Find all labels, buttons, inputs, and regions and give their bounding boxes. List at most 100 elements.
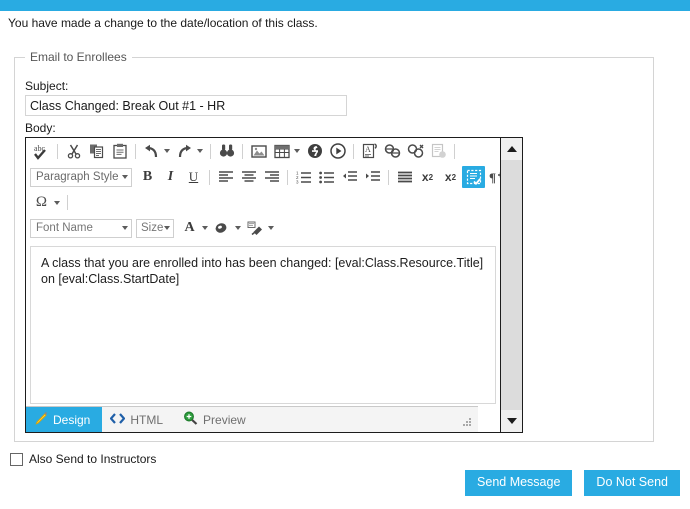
font-name-label: Font Name xyxy=(36,222,93,234)
action-button-row: Send Message Do Not Send xyxy=(465,470,680,496)
scrollbar-track[interactable] xyxy=(501,160,522,410)
also-send-to-instructors-label: Also Send to Instructors xyxy=(29,452,156,466)
tab-preview-label: Preview xyxy=(203,413,246,427)
redo-icon[interactable] xyxy=(173,140,196,162)
format-painter-dropdown-caret[interactable] xyxy=(268,226,274,230)
link-icon[interactable] xyxy=(381,140,404,162)
also-send-to-instructors-checkbox[interactable] xyxy=(10,453,23,466)
paragraph-style-label: Paragraph Style xyxy=(36,171,118,183)
toolbar-separator xyxy=(454,144,455,159)
paragraph-style-select[interactable]: Paragraph Style xyxy=(30,168,132,187)
show-blocks-icon[interactable] xyxy=(462,166,485,188)
paste-icon[interactable] xyxy=(108,140,131,162)
toolbar-separator xyxy=(210,144,211,159)
table-icon[interactable] xyxy=(270,140,293,162)
chevron-down-icon xyxy=(122,175,128,179)
find-icon[interactable] xyxy=(215,140,238,162)
unlink-icon[interactable] xyxy=(404,140,427,162)
tab-design[interactable]: Design xyxy=(26,407,102,432)
document-icon[interactable]: A xyxy=(358,140,381,162)
flash-icon[interactable] xyxy=(303,140,326,162)
tab-design-label: Design xyxy=(53,413,90,427)
editor-toolbar: abc xyxy=(26,138,500,241)
rich-text-editor[interactable]: abc xyxy=(25,137,523,433)
fieldset-legend: Email to Enrollees xyxy=(25,50,132,64)
chevron-up-icon xyxy=(507,146,517,152)
font-name-select[interactable]: Font Name xyxy=(30,219,132,238)
toolbar-row-3: Ω xyxy=(26,190,500,215)
editor-mode-tabs: Design HTML xyxy=(26,406,478,432)
pencil-icon xyxy=(34,411,48,428)
toolbar-row-2: Paragraph Style B I U xyxy=(26,164,500,190)
format-painter-icon[interactable] xyxy=(244,217,267,239)
tab-html-label: HTML xyxy=(130,413,163,427)
toolbar-separator xyxy=(135,144,136,159)
toolbar-row-1: abc xyxy=(26,138,500,164)
editor-resize-grip[interactable] xyxy=(463,418,472,427)
redo-dropdown-caret[interactable] xyxy=(197,149,203,153)
table-dropdown-caret[interactable] xyxy=(294,149,300,153)
toolbar-separator xyxy=(242,144,243,159)
cut-icon[interactable] xyxy=(62,140,85,162)
copy-icon[interactable] xyxy=(85,140,108,162)
subject-input[interactable] xyxy=(25,95,347,116)
numbered-list-icon[interactable]: 1 2 3 xyxy=(292,166,315,188)
editor-content-area[interactable]: A class that you are enrolled into has b… xyxy=(30,246,496,404)
editor-scrollbar[interactable] xyxy=(500,138,522,432)
properties-icon[interactable] xyxy=(427,140,450,162)
undo-dropdown-caret[interactable] xyxy=(164,149,170,153)
svg-text:A: A xyxy=(365,145,371,154)
justify-icon[interactable] xyxy=(393,166,416,188)
highlight-color-icon[interactable] xyxy=(211,217,234,239)
svg-text:3: 3 xyxy=(296,180,299,185)
top-accent-bar xyxy=(0,0,690,11)
font-color-icon[interactable]: A xyxy=(178,217,201,239)
outdent-icon[interactable] xyxy=(338,166,361,188)
scroll-down-button[interactable] xyxy=(501,410,522,432)
underline-icon[interactable]: U xyxy=(182,166,205,188)
italic-icon[interactable]: I xyxy=(159,166,182,188)
align-center-icon[interactable] xyxy=(237,166,260,188)
scroll-up-button[interactable] xyxy=(501,138,522,160)
do-not-send-button[interactable]: Do Not Send xyxy=(584,470,680,496)
code-icon xyxy=(110,412,125,428)
font-color-dropdown-caret[interactable] xyxy=(202,226,208,230)
indent-icon[interactable] xyxy=(361,166,384,188)
subscript-icon[interactable]: x2 xyxy=(439,166,462,188)
font-size-select[interactable]: Size xyxy=(136,219,174,238)
body-label: Body: xyxy=(25,121,56,135)
bold-icon[interactable]: B xyxy=(136,166,159,188)
undo-icon[interactable] xyxy=(140,140,163,162)
toolbar-separator xyxy=(388,170,389,185)
magnifier-plus-icon xyxy=(183,411,198,428)
svg-text:¶: ¶ xyxy=(489,170,496,184)
spell-check-icon[interactable]: abc xyxy=(30,140,53,162)
bullet-list-icon[interactable] xyxy=(315,166,338,188)
tab-html[interactable]: HTML xyxy=(102,407,175,432)
image-icon[interactable] xyxy=(247,140,270,162)
chevron-down-icon xyxy=(122,226,128,230)
chevron-down-icon xyxy=(507,418,517,424)
superscript-icon[interactable]: x2 xyxy=(416,166,439,188)
align-left-icon[interactable] xyxy=(214,166,237,188)
email-to-enrollees-fieldset: Email to Enrollees Subject: Body: abc xyxy=(14,57,654,442)
subject-label: Subject: xyxy=(25,79,68,93)
editor-body-text: A class that you are enrolled into has b… xyxy=(41,256,483,286)
tab-preview[interactable]: Preview xyxy=(175,407,258,432)
editor-inner: abc xyxy=(26,138,500,432)
send-message-button[interactable]: Send Message xyxy=(465,470,572,496)
media-icon[interactable] xyxy=(326,140,349,162)
chevron-down-icon xyxy=(164,226,170,230)
align-right-icon[interactable] xyxy=(260,166,283,188)
toolbar-separator xyxy=(57,144,58,159)
special-character-dropdown-caret[interactable] xyxy=(54,201,60,205)
toolbar-separator xyxy=(353,144,354,159)
toolbar-separator xyxy=(287,170,288,185)
toolbar-row-4: Font Name Size A xyxy=(26,215,500,241)
special-character-icon[interactable]: Ω xyxy=(30,192,53,214)
font-size-label: Size xyxy=(141,222,163,234)
highlight-color-dropdown-caret[interactable] xyxy=(235,226,241,230)
toolbar-separator xyxy=(209,170,210,185)
toolbar-separator xyxy=(67,195,68,210)
also-send-to-instructors-row[interactable]: Also Send to Instructors xyxy=(10,452,156,466)
